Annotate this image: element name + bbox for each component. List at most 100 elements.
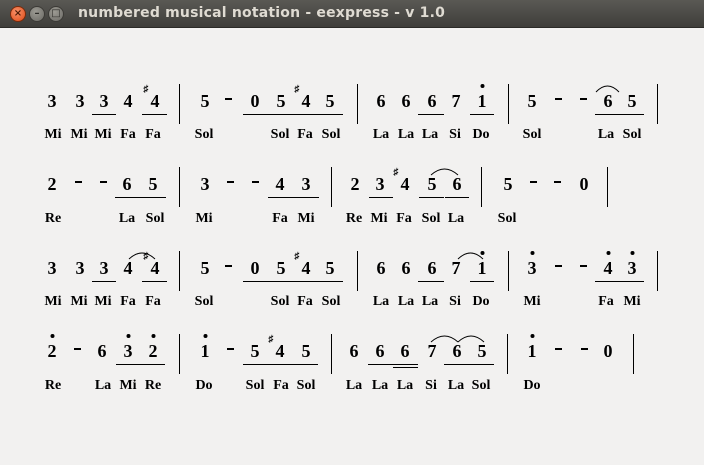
syllable-cell: Mi (70, 294, 87, 309)
syllable-cell: Fa (297, 294, 313, 309)
beam-line (92, 281, 116, 283)
syllable-cell: Sol (322, 294, 341, 309)
octave-dot (50, 334, 54, 338)
syllable-cell: Sol (195, 294, 214, 309)
note-cell (74, 348, 81, 352)
close-button[interactable]: × (10, 6, 26, 22)
solfege-syllable: Fa (273, 378, 289, 393)
syllable-cell: La (398, 294, 414, 309)
note-cell: 6 (453, 341, 462, 361)
syllable-cell: La (346, 378, 362, 393)
solfege-syllable: Sol (245, 378, 265, 393)
solfege-syllable: Sol (296, 378, 316, 393)
sustain-dash (580, 98, 587, 100)
note-cell: 3 (48, 258, 57, 278)
beam-line (92, 114, 116, 116)
note-digit: 3 (75, 91, 85, 111)
minimize-button[interactable]: – (29, 6, 45, 22)
note-digit: 5 (325, 91, 335, 111)
note-digit: ♯ 4 (143, 251, 160, 279)
syllable-cell: Mi (94, 127, 111, 142)
beam-line (595, 114, 644, 116)
solfege-syllable: La (597, 127, 615, 142)
note-digit: 5 (200, 91, 210, 111)
maximize-button[interactable]: □ (48, 6, 64, 22)
note-digit: 6 (122, 174, 132, 194)
sustain-dash (555, 98, 562, 100)
syllable-cell: La (422, 127, 438, 142)
solfege-syllable: Fa (297, 294, 313, 309)
note-cell: 6 (376, 341, 385, 361)
note-cell: 3 (124, 334, 133, 361)
title-bar[interactable]: × – □ numbered musical notation - eexpre… (0, 0, 704, 28)
beam-line (142, 281, 167, 283)
note-cell (227, 181, 234, 185)
solfege-syllable: La (421, 127, 439, 142)
note-digit: 3 (99, 258, 109, 278)
note-cell: 5 (504, 174, 513, 194)
solfege-syllable: La (447, 378, 465, 393)
solfege-syllable: La (397, 294, 415, 309)
octave-dot (480, 84, 484, 88)
syllable-cell: Sol (195, 127, 214, 142)
note-cell: 6 (123, 174, 132, 194)
solfege-syllable: Mi (44, 127, 62, 142)
syllable-cell: Sol (322, 127, 341, 142)
syllable-cell: La (95, 378, 111, 393)
solfege-syllable: Do (523, 378, 541, 393)
note-digit: 1 (528, 334, 537, 361)
solfege-syllable: Re (44, 211, 62, 226)
syllable-cell: Sol (498, 211, 517, 226)
beam-line (243, 281, 343, 283)
note-cell: 6 (604, 91, 613, 111)
sustain-dash (75, 181, 82, 183)
note-digit: 5 (627, 91, 637, 111)
notation-canvas: 3 3 3 4 ♯ 4 5 0 5 ♯ 4 5 6 6 6 7 1 5 6 5 Mi Mi Mi Fa Fa Sol Sol Fa So… (0, 28, 704, 465)
note-digit: 5 (527, 91, 537, 111)
solfege-syllable: Sol (421, 211, 441, 226)
beam-line (369, 197, 393, 199)
octave-dot (530, 334, 534, 338)
solfege-syllable: Sol (321, 127, 341, 142)
bar-line (481, 167, 483, 207)
note-digit: 7 (427, 341, 437, 361)
syllable-cell: Sol (271, 127, 290, 142)
syllable-cell: La (448, 378, 464, 393)
bar-line (507, 334, 509, 374)
note-cell (530, 181, 537, 185)
syllable-cell: La (373, 127, 389, 142)
syllable-cell: Do (523, 378, 540, 393)
sustain-dash (225, 98, 232, 100)
note-cell (225, 265, 232, 269)
syllable-cell: Fa (598, 294, 614, 309)
note-cell: 3 (528, 251, 537, 278)
note-digit: 0 (250, 91, 260, 111)
beam-line (470, 281, 494, 283)
note-digit: 6 (97, 341, 107, 361)
note-digit: 6 (427, 91, 437, 111)
syllable-cell: Fa (120, 127, 136, 142)
beam-line (243, 114, 343, 116)
solfege-syllable: Re (144, 378, 162, 393)
note-digit: ♯ 4 (294, 251, 311, 279)
sustain-dash (227, 181, 234, 183)
solfege-syllable: La (118, 211, 136, 226)
note-digit: ♯ 4 (143, 84, 160, 112)
note-digit: 3 (200, 174, 210, 194)
sustain-dash (581, 348, 588, 350)
bar-line (633, 334, 635, 374)
beam-line (418, 114, 444, 116)
note-cell: 6 (401, 341, 410, 361)
sustain-dash (580, 265, 587, 267)
note-digit: 1 (478, 84, 487, 111)
solfege-syllable: La (372, 127, 390, 142)
syllable-cell: Si (425, 378, 437, 393)
note-cell: 2 (48, 334, 57, 361)
syllable-cell: La (398, 127, 414, 142)
syllable-cell: Mi (297, 211, 314, 226)
note-cell: 1 (478, 251, 487, 278)
app-window: × – □ numbered musical notation - eexpre… (0, 0, 704, 465)
bar-line (179, 84, 181, 124)
syllable-cell: Mi (195, 211, 212, 226)
note-cell: 6 (402, 258, 411, 278)
